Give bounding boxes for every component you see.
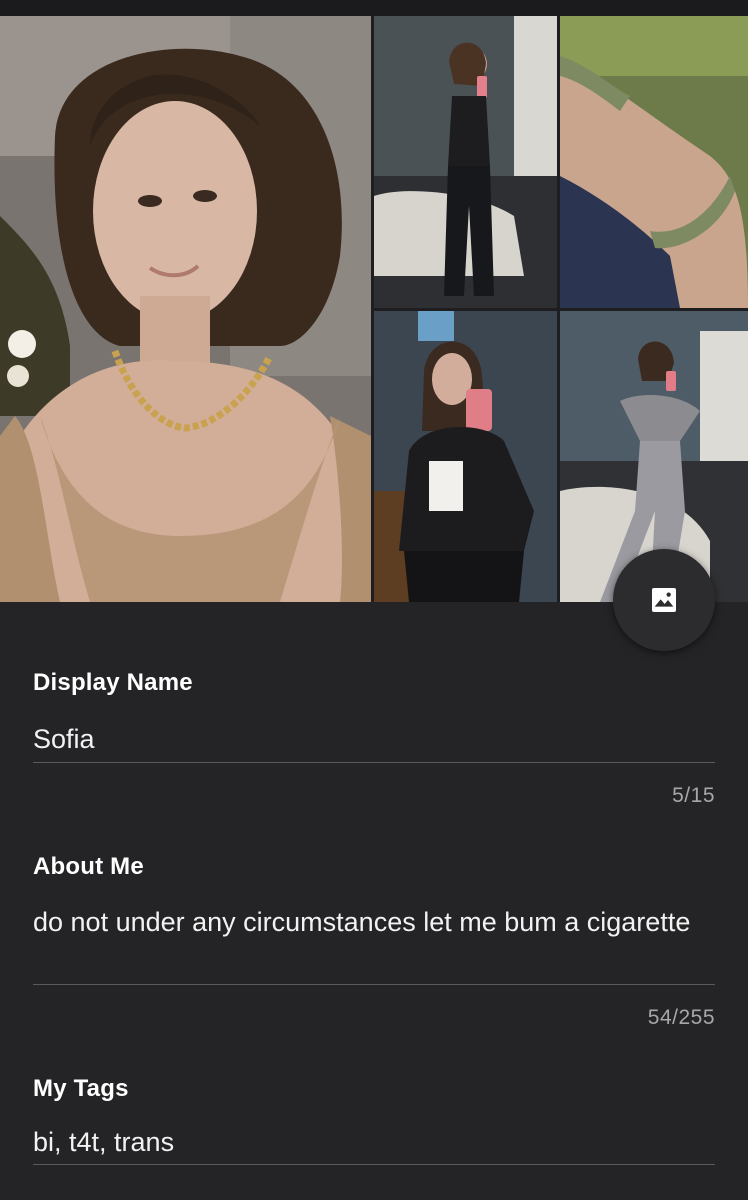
about-me-counter: 54/255	[647, 1006, 715, 1029]
profile-photo-2[interactable]	[374, 16, 557, 308]
display-name-field[interactable]: Sofia	[33, 719, 715, 759]
about-me-underline	[33, 984, 715, 985]
my-tags-field[interactable]: bi, t4t, trans	[33, 1122, 715, 1162]
display-name-underline	[33, 762, 715, 763]
photo-2-image	[374, 16, 557, 308]
about-me-field[interactable]: do not under any circumstances let me bu…	[33, 902, 715, 942]
image-icon	[652, 588, 676, 612]
photo-gallery	[0, 16, 748, 602]
profile-photo-main[interactable]	[0, 16, 371, 602]
change-photos-button[interactable]	[613, 549, 715, 651]
display-name-label: Display Name	[33, 669, 193, 696]
portrait-photo-image	[0, 16, 371, 602]
my-tags-label: My Tags	[33, 1075, 129, 1102]
about-me-label: About Me	[33, 853, 144, 880]
profile-photo-3[interactable]	[560, 16, 748, 308]
display-name-counter: 5/15	[672, 784, 715, 807]
photo-3-image	[560, 16, 748, 308]
my-tags-underline	[33, 1164, 715, 1165]
profile-photo-4[interactable]	[374, 311, 557, 602]
photo-4-image	[374, 311, 557, 602]
top-bar	[0, 0, 748, 16]
